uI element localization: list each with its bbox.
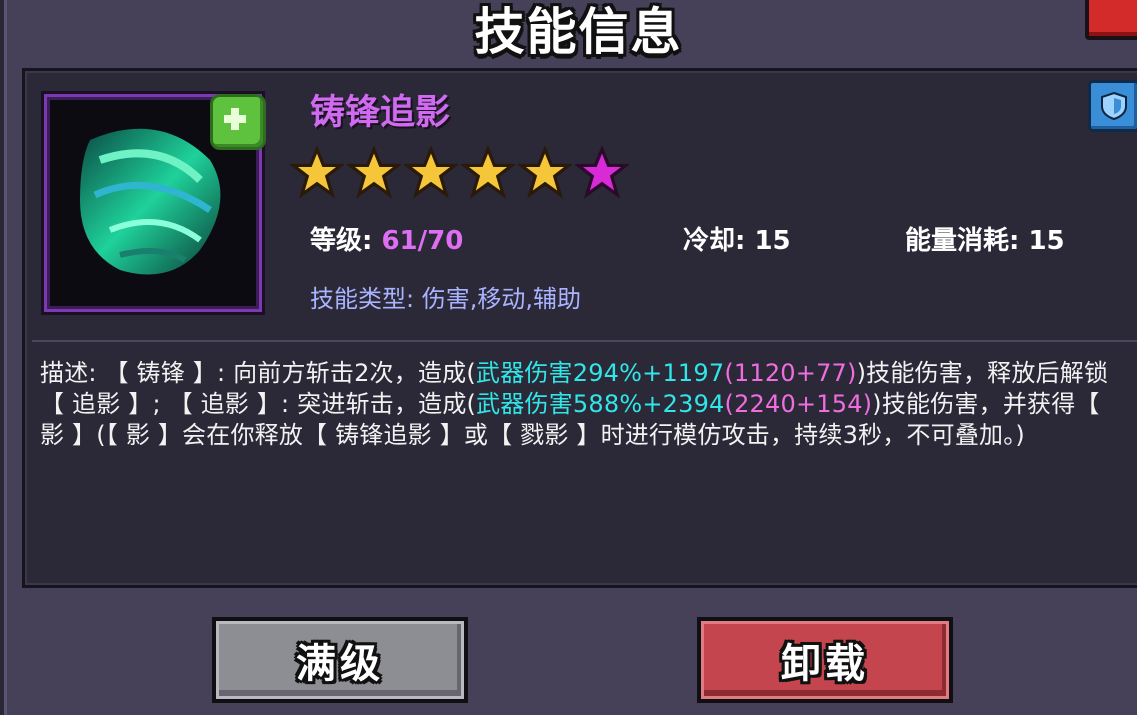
desc-highlight-pink: (2240+154)	[724, 390, 873, 418]
level-stat: 等级: 61/70	[310, 220, 463, 257]
window-frame	[0, 0, 10, 715]
upgrade-badge[interactable]	[210, 94, 266, 150]
shield-icon-button[interactable]	[1088, 80, 1137, 132]
gold-star-icon	[518, 146, 572, 199]
type-value: 伤害,移动,辅助	[421, 285, 581, 313]
shield-icon	[1101, 91, 1127, 121]
plus-icon	[224, 108, 246, 130]
cooldown-value: 15	[754, 226, 791, 256]
max-level-button[interactable]: 满级	[212, 617, 468, 703]
desc-highlight-pink: (1120+77)	[724, 359, 857, 387]
gold-star-icon	[404, 146, 458, 199]
window-title: 技能信息	[474, 3, 683, 61]
energy-value: 15	[1028, 226, 1065, 256]
energy-label: 能量消耗:	[905, 226, 1029, 256]
desc-text: 描述: 【 铸锋 】: 向前方斩击2次，造成(	[40, 359, 476, 387]
desc-highlight: 武器伤害294%+1197	[475, 359, 725, 387]
cooldown-label: 冷却:	[683, 226, 755, 256]
purple-star-icon	[575, 146, 629, 199]
level-value: 61/70	[381, 226, 464, 256]
skill-type: 技能类型: 伤害,移动,辅助	[310, 279, 581, 314]
gold-star-icon	[347, 146, 401, 199]
unequip-button[interactable]: 卸载	[697, 617, 953, 703]
type-label: 技能类型:	[310, 285, 422, 313]
skill-description: 描述: 【 铸锋 】: 向前方斩击2次，造成(武器伤害294%+1197(112…	[40, 358, 1110, 451]
gold-star-icon	[290, 146, 344, 199]
skill-name: 铸锋追影	[310, 93, 451, 133]
cooldown-stat: 冷却: 15	[683, 220, 791, 257]
energy-stat: 能量消耗: 15	[905, 220, 1065, 257]
divider	[32, 340, 1137, 342]
desc-highlight: 武器伤害588%+2394	[476, 390, 725, 418]
gold-star-icon	[461, 146, 515, 199]
level-label: 等级:	[310, 226, 382, 256]
